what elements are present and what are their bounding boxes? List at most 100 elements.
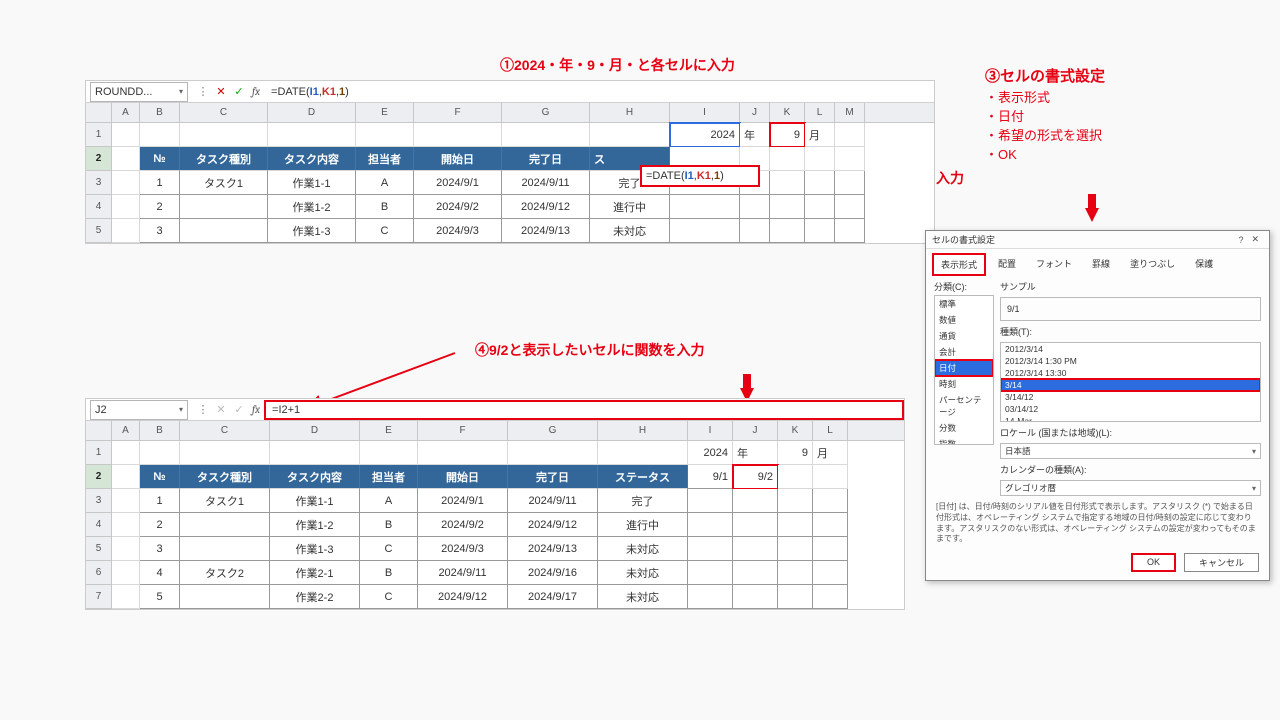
- cell[interactable]: [112, 123, 140, 147]
- table-cell[interactable]: [778, 561, 813, 585]
- table-cell[interactable]: [112, 537, 140, 561]
- table-cell[interactable]: 3: [140, 219, 180, 243]
- calendar-combo[interactable]: グレゴリオ暦▾: [1000, 480, 1261, 496]
- formula-bar[interactable]: =DATE(I1,K1,1): [264, 82, 934, 102]
- cell[interactable]: [140, 441, 180, 465]
- cell[interactable]: [270, 441, 360, 465]
- row-header[interactable]: 2: [86, 147, 112, 171]
- table-cell[interactable]: A: [356, 171, 414, 195]
- table-cell[interactable]: [112, 171, 140, 195]
- table-cell[interactable]: 進行中: [590, 195, 670, 219]
- tab-alignment[interactable]: 配置: [990, 253, 1024, 276]
- table-cell[interactable]: 2024/9/1: [418, 489, 508, 513]
- table-cell[interactable]: C: [360, 537, 418, 561]
- row-header[interactable]: 2: [86, 465, 112, 489]
- cell[interactable]: [590, 123, 670, 147]
- type-item[interactable]: 2012/3/14 1:30 PM: [1001, 355, 1260, 367]
- close-icon[interactable]: ✕: [1247, 234, 1263, 245]
- table-cell[interactable]: [813, 537, 848, 561]
- row-header[interactable]: 1: [86, 441, 112, 465]
- table-cell[interactable]: [112, 513, 140, 537]
- table-cell[interactable]: タスク1: [180, 171, 268, 195]
- ok-button[interactable]: OK: [1131, 553, 1176, 572]
- table-cell[interactable]: タスク2: [180, 561, 270, 585]
- table-cell[interactable]: 2024/9/3: [414, 219, 502, 243]
- cell[interactable]: [268, 123, 356, 147]
- cell-date-header[interactable]: 9/1: [688, 465, 733, 489]
- table-cell[interactable]: 作業2-2: [270, 585, 360, 609]
- chevron-down-icon[interactable]: ▾: [179, 405, 183, 414]
- col-header[interactable]: M: [835, 103, 865, 122]
- col-header[interactable]: F: [418, 421, 508, 440]
- table-cell[interactable]: 2024/9/2: [418, 513, 508, 537]
- tab-font[interactable]: フォント: [1028, 253, 1080, 276]
- table-cell[interactable]: 2024/9/3: [418, 537, 508, 561]
- table-cell[interactable]: 4: [140, 561, 180, 585]
- category-item[interactable]: 数値: [935, 312, 993, 328]
- table-cell[interactable]: 1: [140, 171, 180, 195]
- table-cell[interactable]: [112, 219, 140, 243]
- table-cell[interactable]: 未対応: [590, 219, 670, 243]
- table-cell[interactable]: 2024/9/16: [508, 561, 598, 585]
- table-cell[interactable]: 未対応: [598, 537, 688, 561]
- table-cell[interactable]: 2024/9/1: [414, 171, 502, 195]
- col-header[interactable]: D: [270, 421, 360, 440]
- col-header[interactable]: A: [112, 421, 140, 440]
- cell[interactable]: [598, 441, 688, 465]
- cell[interactable]: [770, 147, 805, 171]
- col-header[interactable]: G: [508, 421, 598, 440]
- cell[interactable]: [502, 123, 590, 147]
- row-header[interactable]: 4: [86, 195, 112, 219]
- col-header[interactable]: C: [180, 421, 270, 440]
- col-header[interactable]: J: [733, 421, 778, 440]
- table-cell[interactable]: [180, 195, 268, 219]
- table-cell[interactable]: 2024/9/11: [418, 561, 508, 585]
- table-cell[interactable]: [688, 489, 733, 513]
- col-header[interactable]: C: [180, 103, 268, 122]
- locale-combo[interactable]: 日本語▾: [1000, 443, 1261, 459]
- tab-protection[interactable]: 保護: [1187, 253, 1221, 276]
- enter-formula-button[interactable]: ✓: [230, 85, 248, 98]
- table-cell[interactable]: [180, 585, 270, 609]
- chevron-down-icon[interactable]: ▾: [179, 87, 183, 96]
- row-header[interactable]: 4: [86, 513, 112, 537]
- table-cell[interactable]: [180, 537, 270, 561]
- cell[interactable]: [778, 465, 813, 489]
- table-cell[interactable]: [688, 513, 733, 537]
- cell[interactable]: [805, 147, 835, 171]
- table-cell[interactable]: [805, 195, 835, 219]
- table-cell[interactable]: [733, 537, 778, 561]
- type-item[interactable]: 03/14/12: [1001, 403, 1260, 415]
- cell[interactable]: [508, 441, 598, 465]
- fx-icon[interactable]: fx: [248, 85, 264, 98]
- name-box[interactable]: J2 ▾: [90, 400, 188, 420]
- table-cell[interactable]: [813, 489, 848, 513]
- col-header[interactable]: F: [414, 103, 502, 122]
- table-cell[interactable]: [835, 195, 865, 219]
- col-header[interactable]: J: [740, 103, 770, 122]
- col-header[interactable]: L: [813, 421, 848, 440]
- type-item[interactable]: 2012/3/14: [1001, 343, 1260, 355]
- cell[interactable]: [418, 441, 508, 465]
- table-cell[interactable]: 2024/9/12: [502, 195, 590, 219]
- table-cell[interactable]: 2024/9/17: [508, 585, 598, 609]
- table-cell[interactable]: [112, 489, 140, 513]
- table-cell[interactable]: [813, 585, 848, 609]
- category-item[interactable]: 時刻: [935, 376, 993, 392]
- table-cell[interactable]: [835, 171, 865, 195]
- col-header[interactable]: E: [360, 421, 418, 440]
- category-item[interactable]: 日付: [935, 360, 993, 376]
- table-cell[interactable]: [688, 537, 733, 561]
- select-all-corner[interactable]: [86, 103, 112, 122]
- table-cell[interactable]: [813, 561, 848, 585]
- col-header[interactable]: A: [112, 103, 140, 122]
- tab-number-format[interactable]: 表示形式: [932, 253, 986, 276]
- enter-formula-button[interactable]: ✓: [230, 403, 248, 416]
- row-header[interactable]: 5: [86, 219, 112, 243]
- spreadsheet-bottom[interactable]: J2 ▾ ⋮ ✕ ✓ fx =I2+1 A B C D E F G H I J …: [85, 398, 905, 610]
- table-cell[interactable]: [805, 171, 835, 195]
- table-cell[interactable]: [835, 219, 865, 243]
- row-header[interactable]: 7: [86, 585, 112, 609]
- table-cell[interactable]: [112, 585, 140, 609]
- table-cell[interactable]: 2024/9/12: [508, 513, 598, 537]
